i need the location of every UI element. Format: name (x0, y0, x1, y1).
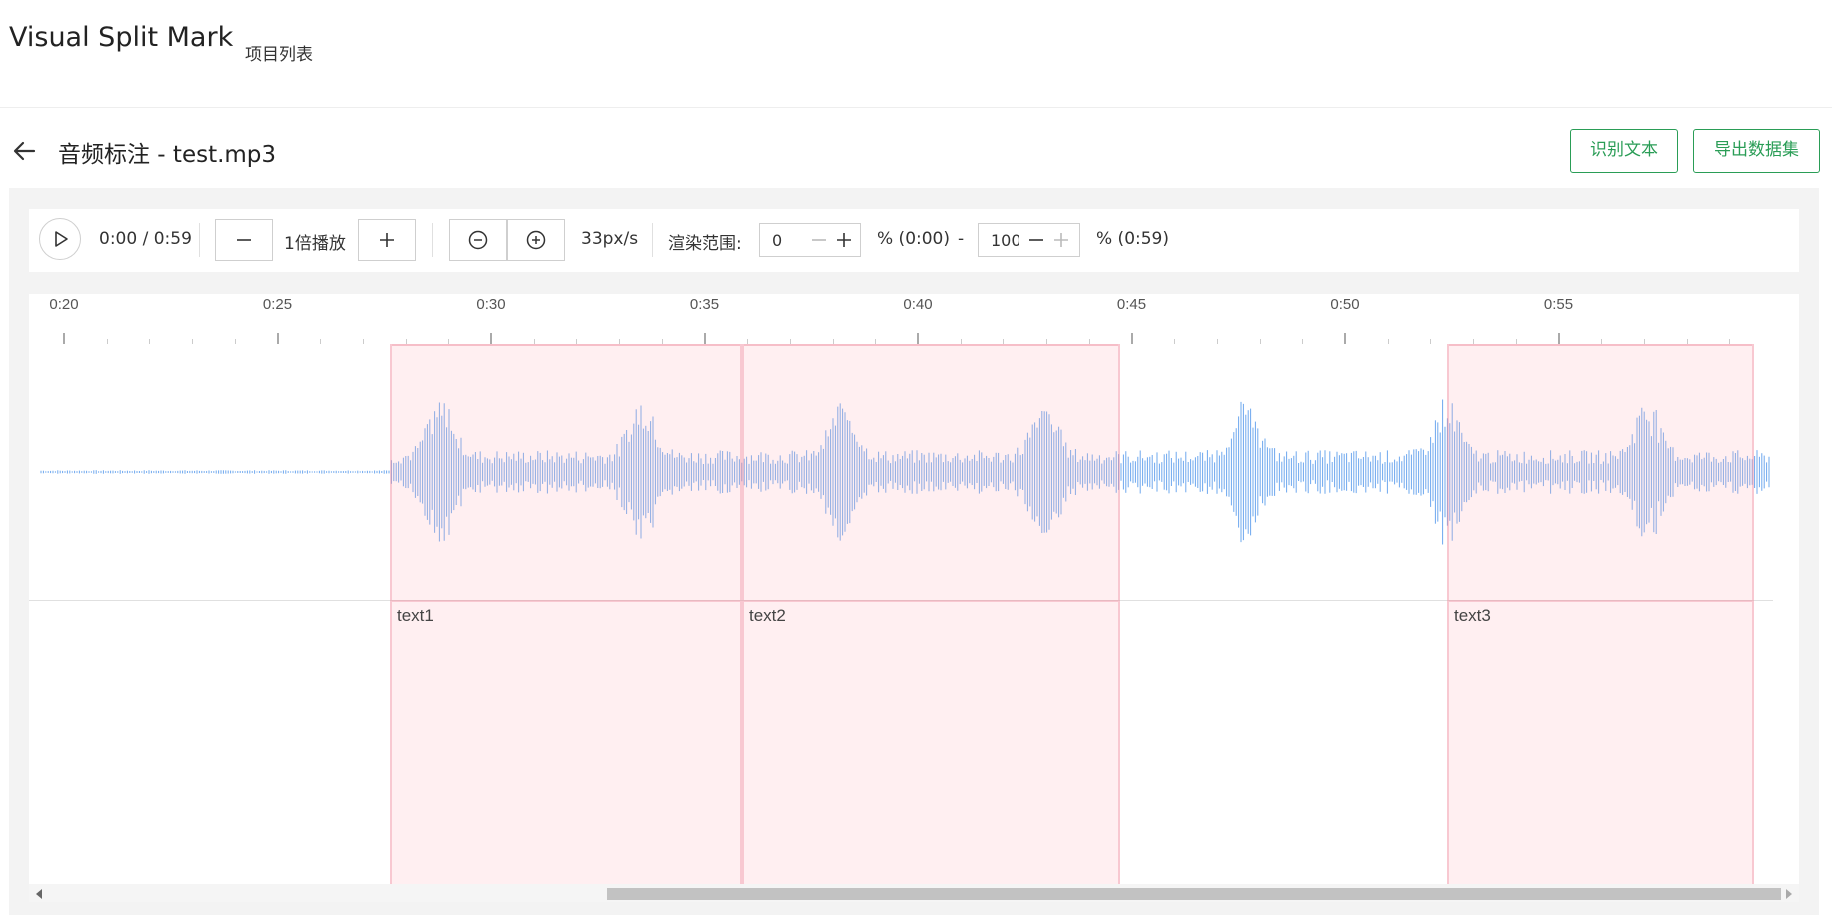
timeline-major-tick (1130, 333, 1133, 344)
page-title: 音频标注 - test.mp3 (58, 142, 277, 168)
speed-decrease-button[interactable] (215, 219, 273, 261)
timeline-major-tick (917, 333, 919, 344)
play-button[interactable] (39, 218, 81, 260)
zoom-out-button[interactable] (449, 219, 507, 261)
zoom-in-icon (526, 230, 546, 250)
region-top-edge (1449, 344, 1752, 346)
timeline-ruler[interactable]: 0:20 0:25 0:30 0:35 0:40 0:45 0:50 0:55 (29, 294, 1773, 345)
range-end-input[interactable]: 100 (978, 223, 1080, 257)
scroll-left-arrow-icon[interactable] (36, 889, 42, 899)
player-toolbar: 0:00 / 0:59 1倍播放 33px/s 渲染范围: 0 % (0:00)… (29, 209, 1799, 272)
scroll-right-arrow-icon[interactable] (1786, 889, 1792, 899)
range-end-increase[interactable] (1052, 229, 1070, 251)
region-divider (392, 600, 740, 602)
region-label: text2 (749, 606, 786, 625)
region-label: text3 (1454, 606, 1491, 625)
timeline-major-tick (1344, 333, 1346, 344)
app-title: Visual Split Mark (9, 22, 234, 53)
arrow-left-icon (13, 141, 36, 161)
speed-increase-button[interactable] (358, 219, 416, 261)
timeline-major-tick (63, 333, 65, 344)
timeline-major-tick (1557, 333, 1560, 344)
range-end-value: 100 (991, 231, 1019, 250)
horizontal-scrollbar[interactable] (29, 884, 1799, 902)
recognize-text-button[interactable]: 识别文本 (1570, 129, 1678, 173)
timeline-tick-label: 0:25 (262, 296, 293, 313)
range-end-decrease[interactable] (1027, 229, 1045, 251)
plus-icon (380, 233, 394, 247)
region-divider (744, 600, 1118, 602)
region-segment[interactable]: text2 (742, 344, 1120, 884)
timeline-tick-label: 0:45 (1116, 296, 1147, 313)
timeline-tick-label: 0:30 (476, 296, 506, 313)
plus-icon (1054, 233, 1068, 247)
region-top-edge (744, 344, 1118, 346)
render-range-label: 渲染范围: (668, 234, 742, 254)
timeline-major-tick (490, 333, 492, 344)
minus-icon (1029, 239, 1043, 241)
timeline-tick-label: 0:55 (1543, 296, 1574, 313)
scroll-thumb[interactable] (607, 888, 1781, 900)
top-bar: Visual Split Mark 项目列表 (0, 0, 1832, 108)
range-start-increase[interactable] (835, 229, 853, 251)
zoom-rate: 33px/s (581, 229, 639, 249)
back-button[interactable] (10, 138, 40, 164)
timeline-tick-label: 0:20 (49, 296, 79, 313)
region-top-edge (392, 344, 740, 346)
timeline-tick-label: 0:35 (689, 296, 720, 313)
timeline-tick-label: 0:50 (1330, 296, 1360, 313)
zoom-out-icon (468, 230, 488, 250)
toolbar-divider (432, 223, 433, 257)
minus-icon (812, 239, 826, 241)
minus-icon (237, 239, 251, 241)
play-icon (55, 231, 68, 247)
zoom-in-button[interactable] (507, 219, 565, 261)
timeline-major-tick (276, 333, 279, 344)
toolbar-divider (652, 223, 653, 257)
range-start-time: % (0:00) (877, 229, 950, 249)
range-start-decrease[interactable] (810, 229, 828, 251)
nav-project-list-link[interactable]: 项目列表 (245, 40, 313, 65)
toolbar-divider (199, 223, 200, 257)
range-start-value: 0 (772, 231, 783, 250)
range-end-time: % (0:59) (1096, 229, 1169, 249)
region-label: text1 (397, 606, 434, 625)
speed-label: 1倍播放 (284, 234, 346, 254)
region-segment[interactable]: text1 (390, 344, 742, 884)
range-dash: - (958, 229, 965, 249)
range-start-input[interactable]: 0 (759, 223, 861, 257)
export-dataset-button[interactable]: 导出数据集 (1693, 129, 1820, 173)
region-segment[interactable]: text3 (1447, 344, 1754, 884)
timeline-major-tick (703, 333, 706, 344)
plus-icon (837, 233, 851, 247)
time-readout: 0:00 / 0:59 (99, 229, 192, 249)
timeline-tick-label: 0:40 (903, 296, 933, 313)
timeline-end-pad (1773, 294, 1799, 884)
region-divider (1449, 600, 1752, 602)
